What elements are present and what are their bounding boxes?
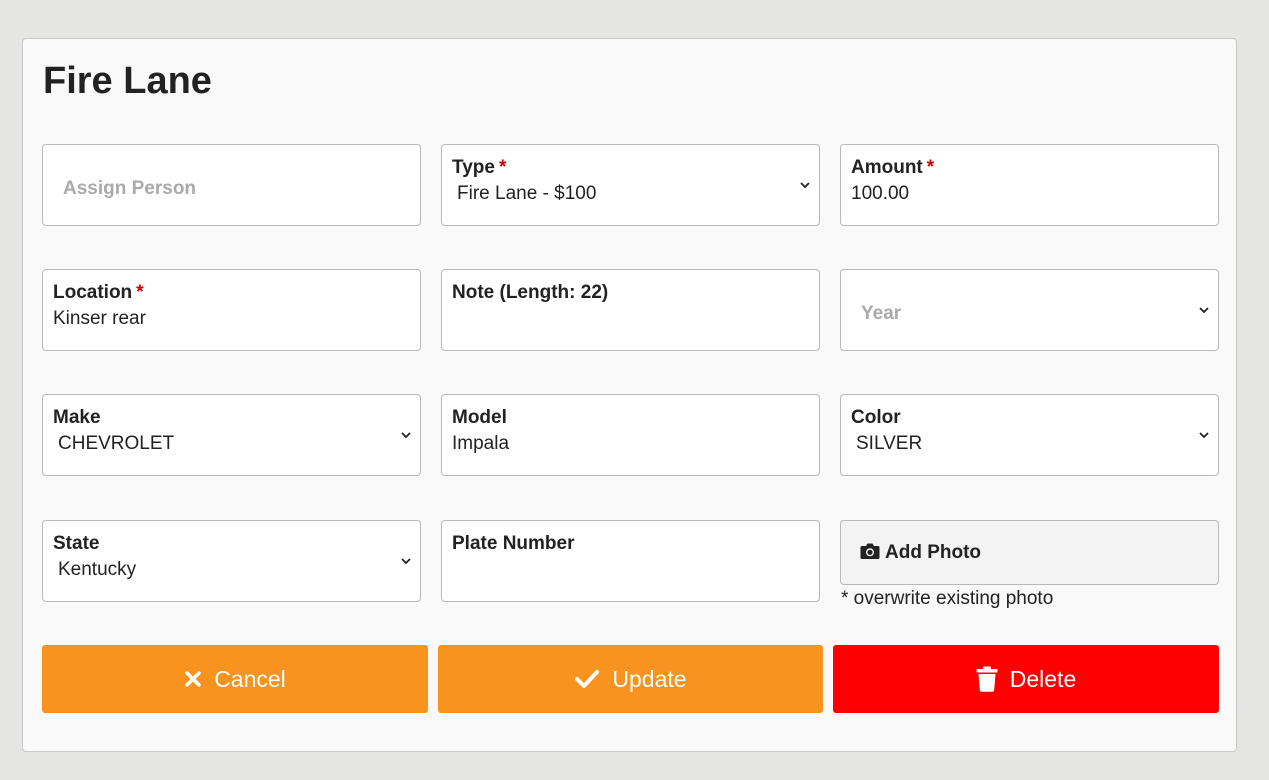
model-field[interactable]: Model Impala — [441, 394, 820, 476]
state-label: State — [53, 533, 100, 554]
location-value: Kinser rear — [53, 308, 146, 329]
plate-number-label: Plate Number — [452, 533, 575, 554]
assign-person-placeholder: Assign Person — [63, 178, 197, 199]
type-label: Type * — [452, 157, 507, 178]
cancel-label: Cancel — [214, 665, 286, 692]
chevron-down-icon — [401, 558, 411, 565]
year-select[interactable]: Year — [840, 269, 1219, 351]
type-select[interactable]: Type * Fire Lane - $100 — [441, 144, 820, 226]
chevron-down-icon — [401, 432, 411, 439]
model-label: Model — [452, 407, 507, 428]
chevron-down-icon — [800, 182, 810, 189]
state-select[interactable]: State Kentucky — [42, 520, 421, 602]
chevron-down-icon — [1199, 432, 1209, 439]
note-field[interactable]: Note (Length: 22) — [441, 269, 820, 351]
close-icon — [185, 671, 201, 687]
add-photo-button[interactable]: Add Photo — [840, 520, 1219, 585]
assign-person-field[interactable]: Assign Person — [42, 144, 421, 226]
model-value: Impala — [452, 433, 510, 454]
year-placeholder: Year — [861, 303, 902, 324]
color-label: Color — [851, 407, 901, 428]
page-title: Fire Lane — [43, 60, 212, 102]
delete-button[interactable]: Delete — [833, 645, 1219, 713]
make-value: CHEVROLET — [58, 433, 175, 454]
make-label: Make — [53, 407, 101, 428]
color-select[interactable]: Color SILVER — [840, 394, 1219, 476]
color-value: SILVER — [856, 433, 923, 454]
type-value: Fire Lane - $100 — [457, 183, 597, 204]
plate-number-field[interactable]: Plate Number — [441, 520, 820, 602]
amount-value: 100.00 — [851, 183, 910, 204]
cancel-button[interactable]: Cancel — [42, 645, 428, 713]
note-label: Note (Length: 22) — [452, 282, 609, 303]
chevron-down-icon — [1199, 307, 1209, 314]
delete-label: Delete — [1009, 665, 1077, 692]
location-label: Location * — [53, 282, 144, 303]
amount-label: Amount * — [851, 157, 935, 178]
amount-field[interactable]: Amount * 100.00 — [840, 144, 1219, 226]
state-value: Kentucky — [58, 559, 137, 580]
check-icon — [575, 670, 600, 688]
photo-overwrite-note: * overwrite existing photo — [841, 588, 1054, 609]
trash-icon — [976, 666, 998, 692]
ticket-form-card: Fire Lane Assign Person Type * Fire Lane … — [22, 38, 1237, 752]
update-button[interactable]: Update — [438, 645, 823, 713]
add-photo-label: Add Photo — [885, 542, 982, 563]
camera-icon — [860, 543, 880, 559]
make-select[interactable]: Make CHEVROLET — [42, 394, 421, 476]
update-label: Update — [612, 665, 687, 692]
location-field[interactable]: Location * Kinser rear — [42, 269, 421, 351]
